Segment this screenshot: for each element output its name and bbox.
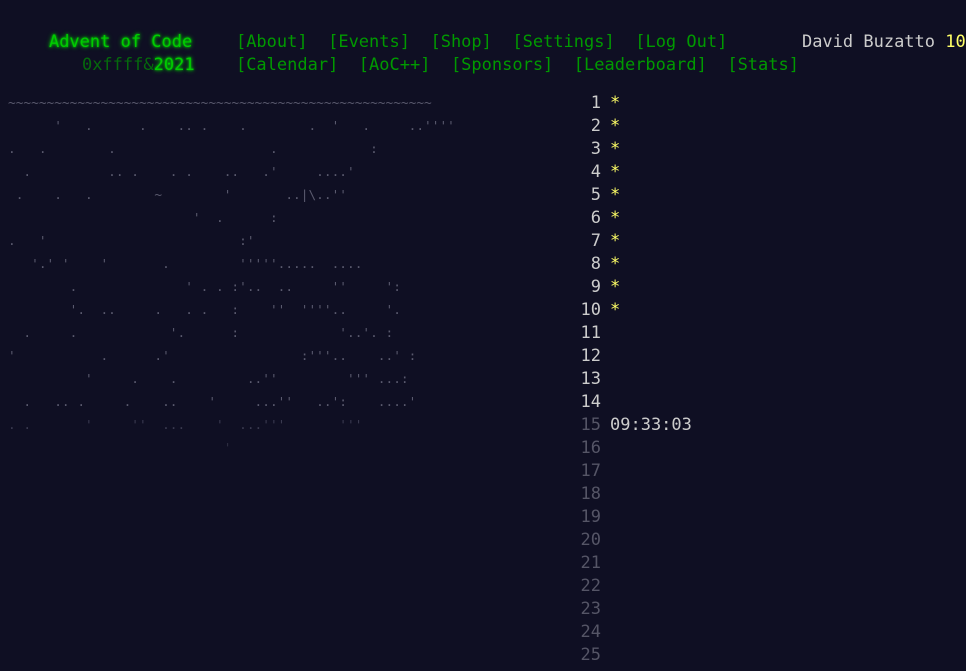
calendar-day-9[interactable]: 9 * bbox=[570, 276, 621, 299]
calendar-day-23: 23 bbox=[570, 598, 601, 621]
sky-art-line: ' . . .. . . . ' . ..'''' bbox=[8, 119, 455, 134]
day-number: 23 bbox=[580, 599, 601, 619]
nav-calendar-link[interactable]: [Calendar] bbox=[236, 55, 338, 75]
header-row-1: Advent of Code bbox=[8, 8, 192, 52]
day-number: 20 bbox=[580, 530, 601, 550]
unlock-countdown: 09:33:03 bbox=[610, 415, 692, 435]
sky-art-line: ' . : bbox=[8, 211, 278, 226]
day-number: 17 bbox=[580, 461, 601, 481]
day-number: 22 bbox=[580, 576, 601, 596]
day-star-icon: * bbox=[610, 116, 621, 136]
day-star-icon: * bbox=[610, 162, 621, 182]
day-number: 2 bbox=[590, 116, 601, 136]
day-number: 5 bbox=[590, 185, 601, 205]
calendar-day-2[interactable]: 2 * bbox=[570, 115, 621, 138]
day-star-icon: * bbox=[610, 231, 621, 251]
day-number: 21 bbox=[580, 553, 601, 573]
day-number: 7 bbox=[590, 231, 601, 251]
sky-art-line: ' . .' :'''.. ..' : bbox=[8, 349, 417, 364]
nav-stats-link[interactable]: [Stats] bbox=[727, 55, 799, 75]
sky-art-line: . . . ~ ' ..|\..'' bbox=[8, 188, 347, 203]
day-number: 6 bbox=[590, 208, 601, 228]
sky-art-line: . .. . . .. ' ...'' ..': ....' bbox=[8, 395, 417, 410]
user-name: David Buzatto bbox=[801, 32, 936, 52]
sky-art-line: ' . . ..'' ''' ...: bbox=[8, 372, 409, 387]
calendar-day-6[interactable]: 6 * bbox=[570, 207, 621, 230]
sky-art-line: '.' ' ' . '''''..... .... bbox=[8, 257, 363, 272]
day-number: 1 bbox=[590, 93, 601, 113]
calendar-day-10[interactable]: 10 * bbox=[570, 299, 621, 322]
day-number: 18 bbox=[580, 484, 601, 504]
calendar-day-25: 25 bbox=[570, 644, 601, 667]
sky-art-line: . . '. : '..'. : bbox=[8, 326, 394, 341]
sky-art-line: . ' . . :'.. .. '' ': bbox=[8, 280, 401, 295]
sky-art-line: '. .. . . . : '' ''''.. '. bbox=[8, 303, 401, 318]
calendar-day-5[interactable]: 5 * bbox=[570, 184, 621, 207]
sky-art-line: . .. . . . .. .' ....' bbox=[8, 165, 355, 180]
day-star-icon: * bbox=[610, 93, 621, 113]
calendar-day-24: 24 bbox=[570, 621, 601, 644]
event-nav: [Calendar] [AoC++] [Sponsors] [Leaderboa… bbox=[195, 31, 799, 75]
day-number: 16 bbox=[580, 438, 601, 458]
day-number: 14 bbox=[580, 392, 601, 412]
calendar-day-1[interactable]: 1 * bbox=[570, 92, 621, 115]
calendar-day-12[interactable]: 12 bbox=[570, 345, 601, 368]
nav-leaderboard-link[interactable]: [Leaderboard] bbox=[574, 55, 707, 75]
sky-art-line: . . . . : bbox=[8, 142, 378, 157]
calendar-day-16: 16 bbox=[570, 437, 601, 460]
day-star-icon: * bbox=[610, 300, 621, 320]
calendar-sky-art: ~~~~~~~~~~~~~~~~~~~~~~~~~~~~~~~~~~~~~~~~… bbox=[8, 92, 568, 460]
day-number: 10 bbox=[580, 300, 601, 320]
calendar-day-18: 18 bbox=[570, 483, 601, 506]
star-count: 10* bbox=[945, 32, 966, 52]
year-link[interactable]: 2021 bbox=[154, 55, 195, 75]
calendar-day-14[interactable]: 14 bbox=[570, 391, 601, 414]
nav-sponsors-link[interactable]: [Sponsors] bbox=[451, 55, 553, 75]
calendar-day-17: 17 bbox=[570, 460, 601, 483]
day-star-icon: * bbox=[610, 208, 621, 228]
day-number: 15 bbox=[580, 415, 601, 435]
sky-art-line: . . ' '' ... ' ...''' ''' bbox=[8, 418, 363, 433]
day-number: 8 bbox=[590, 254, 601, 274]
user-info: David Buzatto 10* bbox=[761, 8, 966, 52]
day-star-icon: * bbox=[610, 139, 621, 159]
day-number: 11 bbox=[580, 323, 601, 343]
nav-aocplusplus-link[interactable]: [AoC++] bbox=[359, 55, 431, 75]
event-year: 0xffff&2021 bbox=[41, 31, 195, 75]
calendar-day-20: 20 bbox=[570, 529, 601, 552]
sky-art-line: ' bbox=[8, 441, 232, 456]
day-number: 9 bbox=[590, 277, 601, 297]
day-star-icon: * bbox=[610, 277, 621, 297]
calendar-day-8[interactable]: 8 * bbox=[570, 253, 621, 276]
day-star-icon: * bbox=[610, 185, 621, 205]
calendar-day-19: 19 bbox=[570, 506, 601, 529]
calendar-day-22: 22 bbox=[570, 575, 601, 598]
calendar-day-15: 15 09:33:03 bbox=[570, 414, 692, 437]
day-star-icon: * bbox=[610, 254, 621, 274]
main-nav: [About] [Events] [Shop] [Settings] [Log … bbox=[195, 8, 727, 52]
day-number: 25 bbox=[580, 645, 601, 665]
sky-art-line: . ' :' bbox=[8, 234, 255, 249]
day-number: 24 bbox=[580, 622, 601, 642]
day-number: 13 bbox=[580, 369, 601, 389]
day-number: 12 bbox=[580, 346, 601, 366]
calendar-day-13[interactable]: 13 bbox=[570, 368, 601, 391]
calendar-day-21: 21 bbox=[570, 552, 601, 575]
calendar-day-11[interactable]: 11 bbox=[570, 322, 601, 345]
calendar-day-7[interactable]: 7 * bbox=[570, 230, 621, 253]
day-number: 4 bbox=[590, 162, 601, 182]
day-number: 19 bbox=[580, 507, 601, 527]
calendar-day-4[interactable]: 4 * bbox=[570, 161, 621, 184]
day-number: 3 bbox=[590, 139, 601, 159]
sky-art-line: ~~~~~~~~~~~~~~~~~~~~~~~~~~~~~~~~~~~~~~~~… bbox=[8, 96, 432, 111]
calendar-day-3[interactable]: 3 * bbox=[570, 138, 621, 161]
year-prefix: 0xffff& bbox=[81, 55, 154, 75]
